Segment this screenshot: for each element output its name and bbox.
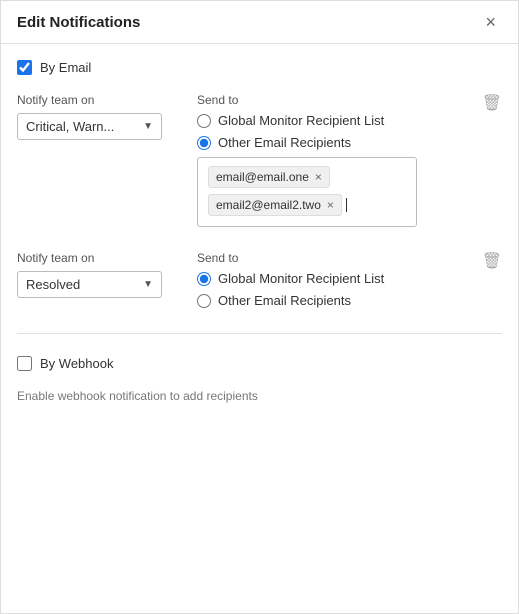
block1-radio-global[interactable] <box>197 114 211 128</box>
email-tag-2-value: email2@email2.two <box>216 198 321 212</box>
block2-send-to-label: Send to <box>197 251 502 265</box>
modal-body: By Email Notify team on Critical, Warn..… <box>1 44 518 419</box>
block2-radio-global[interactable] <box>197 272 211 286</box>
by-webhook-label: By Webhook <box>40 356 113 371</box>
block1-radio-other-label: Other Email Recipients <box>218 135 351 150</box>
block2-radio-global-label: Global Monitor Recipient List <box>218 271 384 286</box>
block1-left: Notify team on Critical, Warn... ▼ <box>17 93 197 140</box>
block2-radio-other[interactable] <box>197 294 211 308</box>
block1-radio-other-row[interactable]: Other Email Recipients <box>197 135 502 150</box>
email-tag-1-value: email@email.one <box>216 170 309 184</box>
block2-select-chevron-icon: ▼ <box>143 279 153 290</box>
by-email-label: By Email <box>40 60 91 75</box>
block2-notify-value: Resolved <box>26 277 80 292</box>
email-tag-1-remove[interactable]: × <box>315 170 322 184</box>
block1-select-chevron-icon: ▼ <box>143 121 153 132</box>
block2-left: Notify team on Resolved ▼ <box>17 251 197 298</box>
block2-right: Send to Global Monitor Recipient List Ot… <box>197 251 502 315</box>
block1-trash-icon[interactable]: 🗑 <box>482 93 502 113</box>
email-tag-2: email2@email2.two × <box>208 194 342 216</box>
block2-radio-global-row[interactable]: Global Monitor Recipient List <box>197 271 502 286</box>
block2-notify-label: Notify team on <box>17 251 197 265</box>
section-divider <box>17 333 502 334</box>
by-webhook-row: By Webhook <box>17 356 502 371</box>
edit-notifications-modal: Edit Notifications × By Email Notify tea… <box>0 0 519 614</box>
email-tag-2-row: email2@email2.two × <box>208 194 406 216</box>
block2-radio-other-label: Other Email Recipients <box>218 293 351 308</box>
block1-send-to-label: Send to <box>197 93 502 107</box>
webhook-section: By Webhook Enable webhook notification t… <box>17 352 502 403</box>
by-email-row: By Email <box>17 60 502 75</box>
block2-radio-other-row[interactable]: Other Email Recipients <box>197 293 502 308</box>
by-email-checkbox[interactable] <box>17 60 32 75</box>
block2-notify-select[interactable]: Resolved ▼ <box>17 271 162 298</box>
text-cursor <box>346 198 347 212</box>
close-button[interactable]: × <box>479 11 502 33</box>
modal-title: Edit Notifications <box>17 14 140 31</box>
webhook-hint: Enable webhook notification to add recip… <box>17 389 502 403</box>
block1-right: Send to Global Monitor Recipient List Ot… <box>197 93 502 227</box>
by-webhook-checkbox[interactable] <box>17 356 32 371</box>
block1-notify-label: Notify team on <box>17 93 197 107</box>
email-tag-2-remove[interactable]: × <box>327 198 334 212</box>
email-tag-1: email@email.one × <box>208 166 330 188</box>
block1-notify-value: Critical, Warn... <box>26 119 114 134</box>
block1-notify-select[interactable]: Critical, Warn... ▼ <box>17 113 162 140</box>
block1-radio-global-row[interactable]: Global Monitor Recipient List <box>197 113 502 128</box>
notification-block-2: Notify team on Resolved ▼ Send to Global… <box>17 251 502 315</box>
email-tags-box[interactable]: email@email.one × email2@email2.two × <box>197 157 417 227</box>
modal-header: Edit Notifications × <box>1 1 518 44</box>
block1-radio-global-label: Global Monitor Recipient List <box>218 113 384 128</box>
block1-radio-other[interactable] <box>197 136 211 150</box>
block2-trash-icon[interactable]: 🗑 <box>482 251 502 271</box>
notification-block-1: Notify team on Critical, Warn... ▼ Send … <box>17 93 502 227</box>
